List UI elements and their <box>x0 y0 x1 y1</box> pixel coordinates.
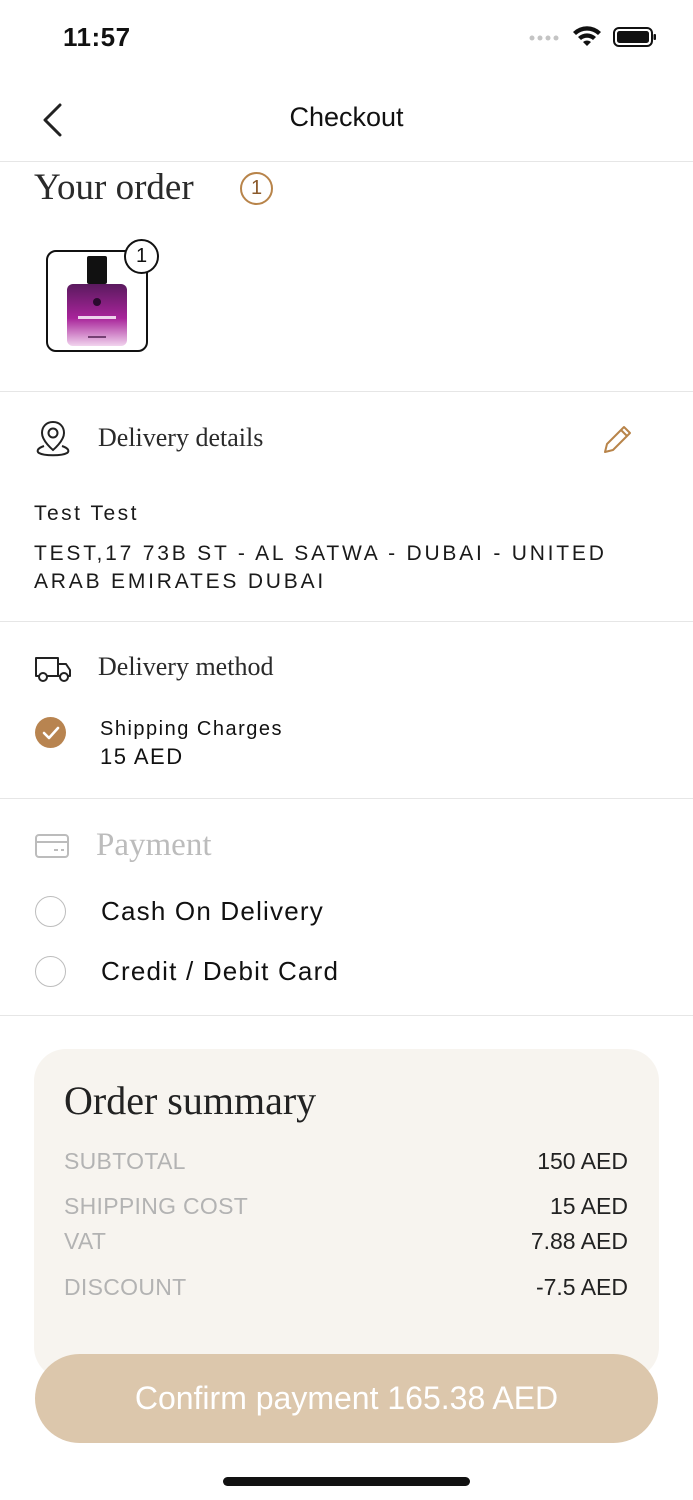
page-title: Checkout <box>289 102 404 132</box>
discount-label: DISCOUNT <box>64 1274 187 1300</box>
signal-icon <box>529 35 559 41</box>
status-time: 11:57 <box>63 22 131 52</box>
payment-title: Payment <box>96 827 212 863</box>
nav-bar: Checkout <box>0 80 693 162</box>
summary-row-subtotal: SUBTOTAL 150 AED <box>64 1148 628 1175</box>
delivery-details-section: Delivery details Test Test TEST,17 73B S… <box>0 392 693 622</box>
pencil-icon <box>604 426 631 453</box>
shipping-option-label[interactable]: Shipping Charges <box>100 718 283 741</box>
home-indicator <box>223 1477 470 1486</box>
wifi-icon <box>573 26 601 46</box>
location-pin-icon <box>36 420 70 457</box>
shipping-cost-value: 15 AED <box>550 1193 628 1219</box>
delivery-details-title: Delivery details <box>98 423 264 452</box>
checkmark-icon <box>42 726 59 739</box>
shipping-cost-label: SHIPPING COST <box>64 1193 249 1219</box>
shipping-selected-checkmark[interactable] <box>35 717 66 748</box>
edit-address-button[interactable] <box>599 422 635 458</box>
cash-on-delivery-label[interactable]: Cash On Delivery <box>101 896 324 927</box>
order-summary-card: Order summary SUBTOTAL 150 AED SHIPPING … <box>34 1049 659 1379</box>
battery-icon <box>613 27 656 47</box>
vat-label: VAT <box>64 1228 107 1254</box>
payment-section: Payment Cash On Delivery Credit / Debit … <box>0 799 693 1016</box>
subtotal-value: 150 AED <box>537 1148 628 1174</box>
shipping-option-price: 15 AED <box>100 744 184 769</box>
your-order-section: Your order 1 1 <box>0 162 693 392</box>
order-count-badge: 1 <box>240 172 273 205</box>
order-summary-title: Order summary <box>64 1078 317 1123</box>
your-order-title: Your order <box>34 167 194 208</box>
summary-row-discount: DISCOUNT -7.5 AED <box>64 1274 628 1301</box>
delivery-method-title: Delivery method <box>98 652 274 681</box>
status-icons <box>529 26 657 48</box>
subtotal-label: SUBTOTAL <box>64 1148 186 1174</box>
status-bar: 11:57 <box>0 0 693 80</box>
delivery-method-header: Delivery method <box>34 650 273 684</box>
delivery-address: TEST,17 73B ST - AL SATWA - DUBAI - UNIT… <box>34 542 607 593</box>
delivery-method-section: Delivery method Shipping Charges 15 AED <box>0 622 693 799</box>
credit-debit-card-label[interactable]: Credit / Debit Card <box>101 956 339 987</box>
credit-card-icon <box>35 833 69 858</box>
summary-row-vat: VAT 7.88 AED <box>64 1228 628 1255</box>
card-radio[interactable] <box>35 956 66 987</box>
recipient-name: Test Test <box>34 502 139 525</box>
delivery-details-header: Delivery details <box>34 418 263 458</box>
payment-option-cash[interactable]: Cash On Delivery <box>35 896 324 927</box>
cash-radio[interactable] <box>35 896 66 927</box>
payment-option-card[interactable]: Credit / Debit Card <box>35 956 339 987</box>
truck-icon <box>35 657 71 682</box>
discount-value: -7.5 AED <box>535 1274 628 1300</box>
payment-header: Payment <box>34 827 211 864</box>
confirm-payment-button[interactable]: Confirm payment 165.38 AED <box>35 1354 658 1443</box>
vat-value: 7.88 AED <box>530 1228 628 1254</box>
product-quantity-badge: 1 <box>124 239 159 274</box>
summary-row-shipping: SHIPPING COST 15 AED <box>64 1193 628 1220</box>
